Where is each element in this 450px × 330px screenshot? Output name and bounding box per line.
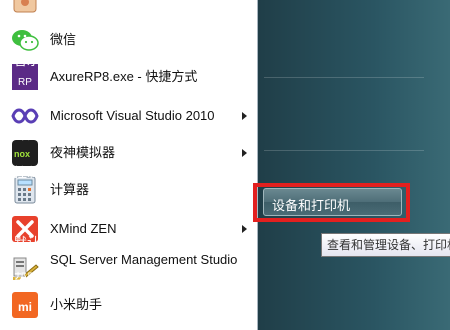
place-control-panel[interactable]: 控制面板 <box>14 162 66 181</box>
xiaomi-badge-text: mi <box>18 300 32 314</box>
place-games[interactable]: 游戏 <box>14 90 40 109</box>
tooltip: 查看和管理设备、打印机 <box>321 233 450 257</box>
nox-badge-text: nox <box>14 149 30 159</box>
place-computer[interactable]: 计算机 <box>14 124 53 143</box>
submenu-arrow-icon <box>242 149 247 157</box>
place-music[interactable]: 音乐 <box>14 50 40 69</box>
axure-badge-text: RP <box>18 77 32 88</box>
program-label: 微信 <box>50 32 77 47</box>
program-label: Microsoft Visual Studio 2010 <box>50 108 215 123</box>
place-help-support[interactable]: 帮助和支持 <box>14 268 79 287</box>
separator <box>264 150 424 151</box>
highlight-annotation-box <box>253 183 410 222</box>
place-default-programs[interactable]: 默认程序 <box>14 232 66 251</box>
submenu-arrow-icon <box>242 225 247 233</box>
program-item-xiaomi[interactable]: mi 小米助手 <box>0 286 257 323</box>
place-pictures[interactable]: 图片 <box>14 14 40 33</box>
separator <box>264 77 424 78</box>
program-label: SQL Server Management Studio <box>50 252 238 267</box>
xiaomi-icon: mi <box>12 292 38 318</box>
program-label: AxureRP8.exe - 快捷方式 <box>50 69 198 84</box>
program-label: 小米助手 <box>50 297 103 312</box>
places-pane <box>258 0 450 330</box>
submenu-arrow-icon <box>242 112 247 120</box>
